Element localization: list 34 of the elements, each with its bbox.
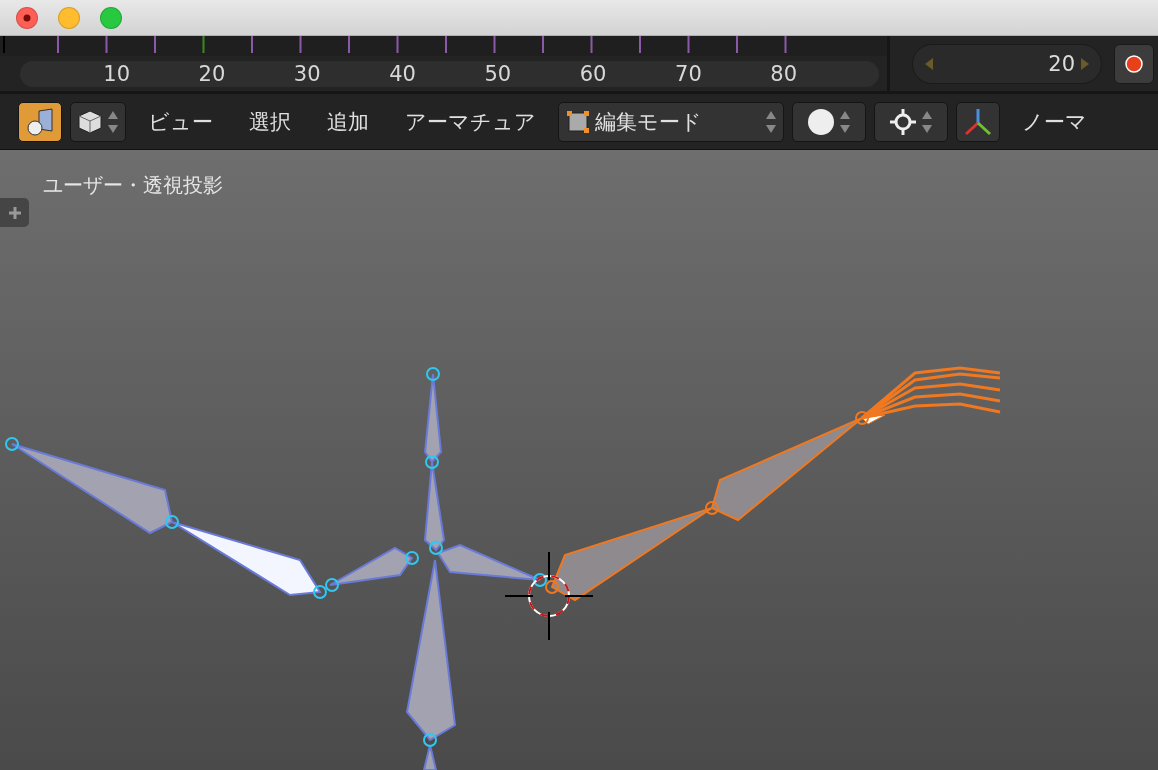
edit-mode-icon xyxy=(565,108,591,135)
plus-icon xyxy=(8,206,21,219)
frame-number: 20 xyxy=(197,61,226,86)
view-label: ユーザー・透視投影 xyxy=(43,172,223,199)
viewport-shading-dropdown[interactable] xyxy=(792,101,866,142)
3d-view-icon xyxy=(25,106,55,137)
pivot-point-dropdown[interactable] xyxy=(874,101,948,142)
record-button[interactable] xyxy=(1114,43,1154,84)
menu-item[interactable]: ノーマ xyxy=(1008,101,1101,142)
menu-item[interactable]: アーマチュア xyxy=(391,101,550,142)
axes-icon xyxy=(963,106,993,137)
dot-icon xyxy=(23,13,31,22)
record-icon xyxy=(1125,54,1143,73)
frame-number: 30 xyxy=(292,61,321,86)
menu-item[interactable]: ビュー xyxy=(134,101,227,142)
frame-number: 80 xyxy=(769,61,798,86)
editor-type-button[interactable] xyxy=(18,101,62,142)
cube-icon xyxy=(77,108,103,135)
timeline-scrollbar[interactable]: 10 20 30 40 50 60 70 80 xyxy=(20,60,879,87)
transform-gizmo-button[interactable] xyxy=(956,101,1000,142)
frame-number: 50 xyxy=(483,61,512,86)
3d-cursor-icon xyxy=(504,551,594,641)
menu-item[interactable]: 追加 xyxy=(313,101,383,142)
add-button[interactable] xyxy=(0,198,29,227)
mode-dropdown[interactable]: 編集モード xyxy=(558,101,784,142)
shading-dropdown[interactable] xyxy=(70,101,126,142)
crosshair-icon xyxy=(889,107,917,136)
sphere-icon xyxy=(807,107,835,136)
menu-item[interactable]: 選択 xyxy=(235,101,305,142)
frame-number: 40 xyxy=(388,61,416,86)
frame-number: 10 xyxy=(102,61,130,86)
frame-number: 70 xyxy=(674,61,702,86)
frame-number: 60 xyxy=(578,61,607,86)
close-button[interactable] xyxy=(16,6,38,29)
